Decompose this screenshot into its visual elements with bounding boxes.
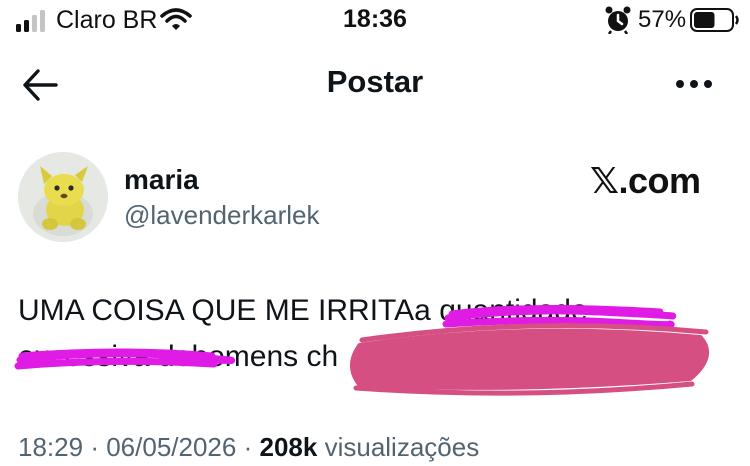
status-bar: Claro BR 18:36 57% bbox=[0, 0, 750, 44]
display-name[interactable]: maria bbox=[124, 164, 199, 196]
page-title: Postar bbox=[326, 64, 424, 99]
wifi-icon bbox=[160, 8, 192, 30]
avatar-image bbox=[18, 152, 108, 242]
carrier-name: Claro BR bbox=[56, 6, 158, 34]
avatar[interactable] bbox=[18, 152, 108, 242]
x-com-watermark: 𝕏.com bbox=[590, 160, 701, 201]
tweet-text-hidden: BEIJO bbox=[468, 340, 555, 373]
battery-icon bbox=[690, 8, 739, 32]
post-meta: 18:29 · 06/05/2026 · 208k visualizações bbox=[18, 432, 479, 463]
tweet-text-visible: homens ch bbox=[191, 340, 339, 373]
tweet-text-visible: UMA COISA QUE ME IRRITA bbox=[18, 294, 415, 327]
back-arrow-icon[interactable] bbox=[22, 68, 58, 102]
tweet-text-line-1: UMA COISA QUE ME IRRITAa quantidade bbox=[18, 294, 588, 328]
meta-separator: · bbox=[243, 432, 253, 462]
meta-separator: · bbox=[90, 432, 99, 462]
signal-icon bbox=[16, 10, 45, 32]
tweet-text-struck: excessiva de bbox=[18, 340, 192, 373]
alarm-icon bbox=[605, 6, 631, 34]
post-time: 18:29 bbox=[18, 432, 84, 462]
views-count[interactable]: 208k bbox=[260, 432, 318, 462]
clock-time: 18:36 bbox=[343, 5, 407, 33]
more-icon[interactable] bbox=[674, 74, 714, 94]
post-date: 06/05/2026 bbox=[106, 432, 237, 462]
user-handle[interactable]: @lavenderkarlek bbox=[124, 200, 319, 231]
views-label[interactable]: visualizações bbox=[325, 432, 480, 462]
battery-percent: 57% bbox=[638, 6, 687, 33]
tweet-text-line-2: excessiva dehomens ch BEIJO bbox=[18, 340, 555, 374]
tweet-text-struck: a quantidade bbox=[414, 294, 588, 327]
